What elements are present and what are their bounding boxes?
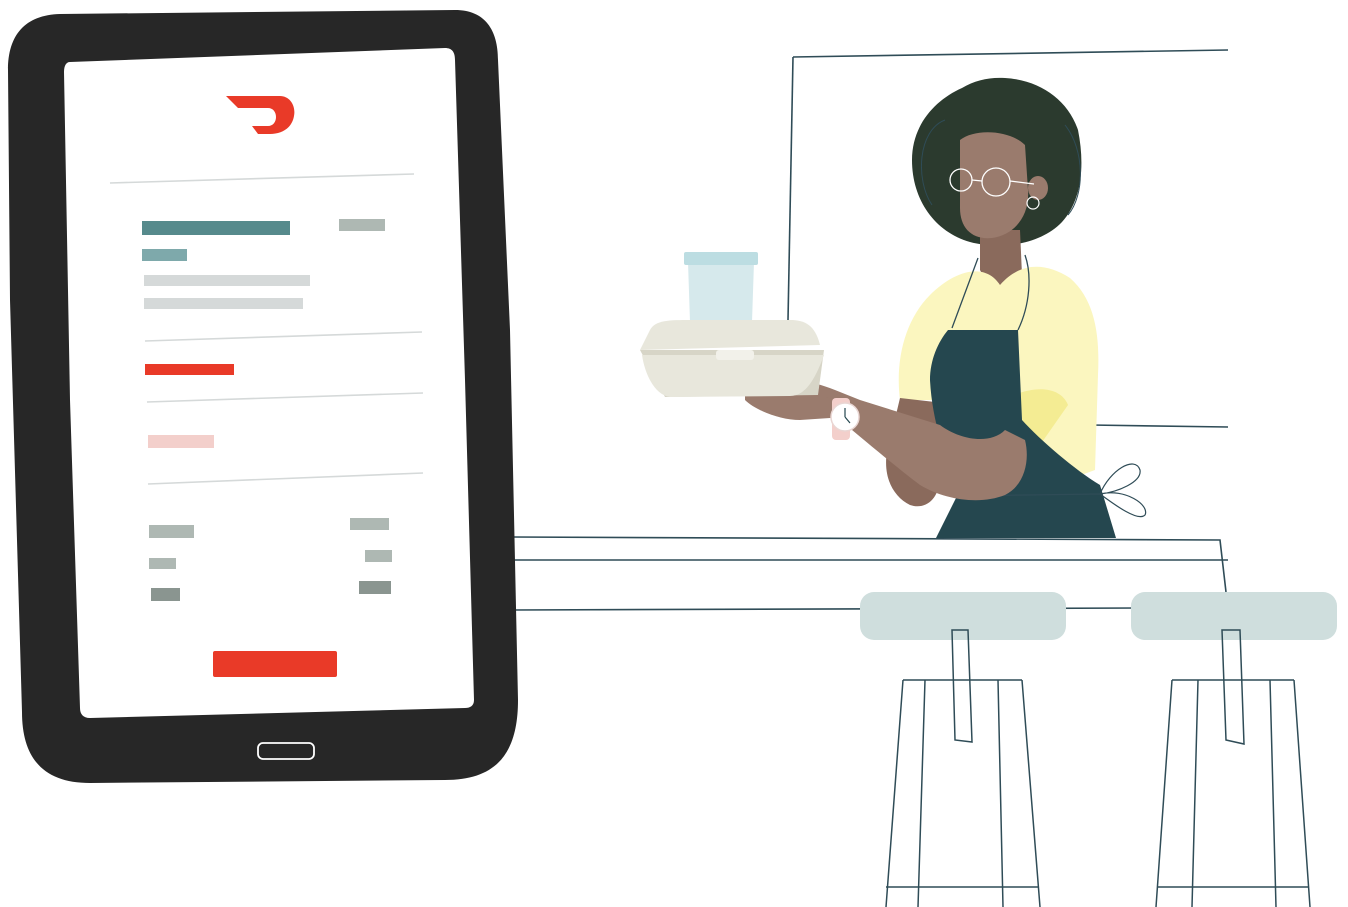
note-text-block (148, 435, 214, 448)
highlight-text-block (145, 364, 234, 375)
detail-text-line (144, 298, 303, 309)
window-sill-line (1089, 424, 1229, 428)
detail-text-line (144, 275, 310, 286)
illustration-scene (8, 10, 1337, 907)
counter-top-line (511, 536, 1227, 593)
red-button[interactable] (213, 651, 337, 677)
tablet-screen (64, 48, 474, 718)
worker-figure (640, 77, 1147, 538)
tablet-device (8, 10, 518, 783)
stool-left (860, 592, 1066, 907)
stool-seat (1131, 592, 1337, 640)
window-top-line (792, 49, 1229, 58)
value-text-block (339, 219, 385, 231)
subtitle-text-block (142, 249, 187, 261)
stool-right (1131, 592, 1337, 907)
stool-seat (860, 592, 1066, 640)
takeout-box (640, 320, 824, 397)
drink-cup (684, 252, 758, 322)
worker-ear (1028, 176, 1048, 200)
window-left-line (787, 56, 794, 321)
title-text-block (142, 221, 290, 235)
